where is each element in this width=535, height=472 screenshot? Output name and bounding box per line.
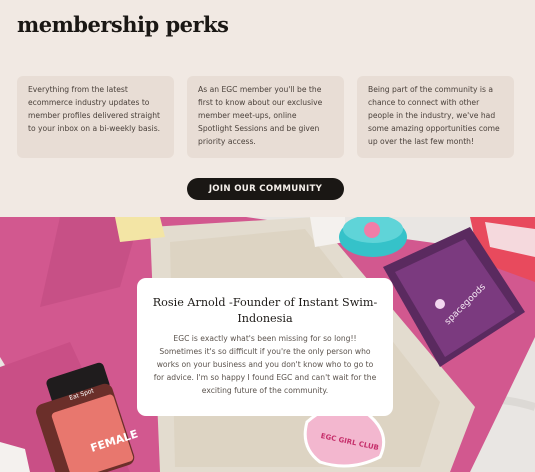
perk-card-newsletter: Everything from the latest ecommerce ind… [17, 76, 174, 158]
perk-text: Being part of the community is a chance … [368, 85, 500, 146]
testimonial-author: Rosie Arnold -Founder of Instant Swim-In… [152, 296, 378, 325]
join-community-button[interactable]: JOIN OUR COMMUNITY [187, 178, 344, 200]
perk-text: As an EGC member you'll be the first to … [198, 85, 323, 146]
testimonial-card: Rosie Arnold -Founder of Instant Swim-In… [137, 278, 393, 416]
section-heading: membership perks [17, 12, 229, 37]
perk-text: Everything from the latest ecommerce ind… [28, 85, 161, 133]
perk-card-events: As an EGC member you'll be the first to … [187, 76, 344, 158]
testimonial-quote: EGC is exactly what's been missing for s… [153, 334, 377, 395]
perk-card-community: Being part of the community is a chance … [357, 76, 514, 158]
perks-section: membership perks Everything from the lat… [0, 0, 535, 217]
